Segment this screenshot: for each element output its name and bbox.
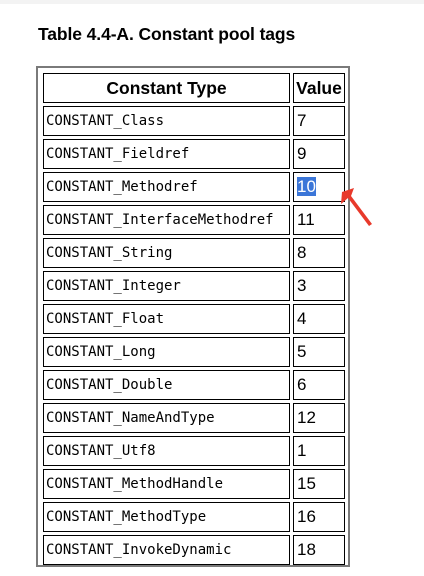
value-cell[interactable]: 4 [293, 304, 345, 334]
value-cell[interactable]: 1 [293, 436, 345, 466]
constant-type-cell[interactable]: CONSTANT_NameAndType [43, 403, 290, 433]
value-text: 11 [297, 210, 315, 229]
constant-type-cell[interactable]: CONSTANT_Double [43, 370, 290, 400]
table-row: CONSTANT_InterfaceMethodref 11 [43, 205, 345, 235]
value-text: 8 [297, 243, 307, 262]
constant-type-cell[interactable]: CONSTANT_Integer [43, 271, 290, 301]
constant-type-cell[interactable]: CONSTANT_Class [43, 106, 290, 136]
table-row: CONSTANT_Float 4 [43, 304, 345, 334]
value-cell[interactable]: 7 [293, 106, 345, 136]
value-text: 3 [297, 276, 307, 295]
table-row: CONSTANT_Long 5 [43, 337, 345, 367]
constant-type-cell[interactable]: CONSTANT_Float [43, 304, 290, 334]
value-text: 9 [297, 144, 307, 163]
constant-type-cell[interactable]: CONSTANT_MethodHandle [43, 469, 290, 499]
value-text: 4 [297, 309, 307, 328]
table-row: CONSTANT_InvokeDynamic 18 [43, 535, 345, 565]
header-value: Value [293, 73, 345, 103]
constant-pool-table: Constant Type Value CONSTANT_Class 7 CONST… [40, 70, 348, 568]
value-text: 16 [297, 507, 316, 526]
constant-type-cell[interactable]: CONSTANT_Fieldref [43, 139, 290, 169]
constant-type-cell[interactable]: CONSTANT_InterfaceMethodref [43, 205, 290, 235]
constant-pool-table-frame: Constant Type Value CONSTANT_Class 7 CONST… [36, 66, 350, 567]
header-constant-type: Constant Type [43, 73, 290, 103]
table-caption: Table 4.4-A. Constant pool tags [38, 24, 296, 44]
table-row: CONSTANT_MethodType 16 [43, 502, 345, 532]
value-text: 7 [297, 111, 307, 130]
table-row: CONSTANT_Methodref 10 [43, 172, 345, 202]
constant-type-cell[interactable]: CONSTANT_Long [43, 337, 290, 367]
selected-value-text: 10 [297, 177, 316, 196]
constant-type-cell[interactable]: CONSTANT_Methodref [43, 172, 290, 202]
value-text: 18 [297, 540, 316, 559]
value-cell[interactable]: 3 [293, 271, 345, 301]
value-text: 12 [297, 408, 316, 427]
value-cell[interactable]: 15 [293, 469, 345, 499]
constant-type-cell[interactable]: CONSTANT_InvokeDynamic [43, 535, 290, 565]
value-cell[interactable]: 6 [293, 370, 345, 400]
value-cell[interactable]: 12 [293, 403, 345, 433]
table-row: CONSTANT_Double 6 [43, 370, 345, 400]
table-row: CONSTANT_Fieldref 9 [43, 139, 345, 169]
table-row: CONSTANT_MethodHandle 15 [43, 469, 345, 499]
table-row: CONSTANT_Class 7 [43, 106, 345, 136]
value-cell[interactable]: 18 [293, 535, 345, 565]
value-cell[interactable]: 16 [293, 502, 345, 532]
table-row: CONSTANT_NameAndType 12 [43, 403, 345, 433]
header-row: Constant Type Value [43, 73, 345, 103]
value-text: 1 [297, 441, 307, 460]
constant-type-cell[interactable]: CONSTANT_MethodType [43, 502, 290, 532]
value-text: 5 [297, 342, 307, 361]
value-cell[interactable]: 8 [293, 238, 345, 268]
constant-type-cell[interactable]: CONSTANT_String [43, 238, 290, 268]
red-arrow-annotation [341, 188, 372, 226]
value-cell[interactable]: 5 [293, 337, 345, 367]
top-edge [0, 0, 424, 4]
table-row: CONSTANT_Integer 3 [43, 271, 345, 301]
value-text: 15 [297, 474, 316, 493]
table-row: CONSTANT_Utf8 1 [43, 436, 345, 466]
value-cell[interactable]: 9 [293, 139, 345, 169]
value-text: 6 [297, 375, 307, 394]
constant-type-cell[interactable]: CONSTANT_Utf8 [43, 436, 290, 466]
table-row: CONSTANT_String 8 [43, 238, 345, 268]
